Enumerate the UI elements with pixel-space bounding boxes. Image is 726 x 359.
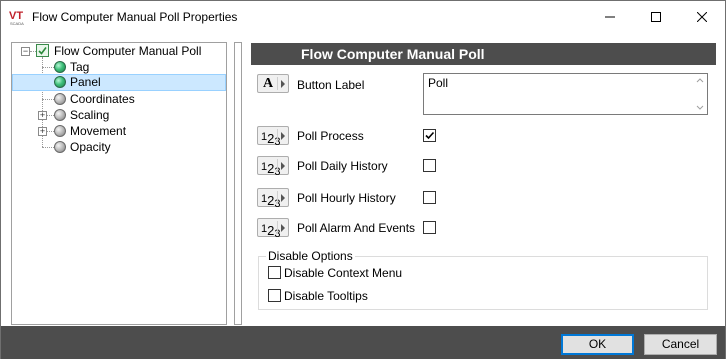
tree-item-label: Tag bbox=[70, 60, 90, 74]
chevron-right-icon bbox=[281, 162, 285, 170]
chevron-right-icon bbox=[281, 194, 285, 202]
button-label-input[interactable]: Poll bbox=[423, 73, 708, 115]
expand-icon[interactable]: + bbox=[38, 111, 47, 120]
tree-root[interactable]: − Flow Computer Manual Poll bbox=[12, 43, 226, 59]
gray-orb-icon bbox=[54, 125, 66, 137]
close-icon bbox=[697, 11, 707, 22]
poll-process-label: Poll Process bbox=[297, 129, 364, 143]
gray-orb-icon bbox=[54, 109, 66, 121]
manual-poll-widget-icon bbox=[36, 44, 49, 57]
tree-item-coordinates[interactable]: Coordinates bbox=[12, 91, 226, 107]
disable-tooltips-label: Disable Tooltips bbox=[284, 289, 368, 303]
ok-button[interactable]: OK bbox=[561, 334, 634, 355]
numeric-type-button[interactable]: 123 bbox=[257, 126, 289, 148]
title-bar[interactable]: VT SCADA Flow Computer Manual Poll Prope… bbox=[1, 1, 725, 33]
properties-dialog: VT SCADA Flow Computer Manual Poll Prope… bbox=[0, 0, 726, 359]
gray-orb-icon bbox=[54, 93, 66, 105]
poll-alarm-events-checkbox[interactable] bbox=[423, 221, 436, 234]
green-orb-icon bbox=[54, 76, 66, 88]
vtscada-logo-icon: VT SCADA bbox=[9, 10, 24, 26]
disable-context-menu-checkbox[interactable] bbox=[268, 266, 281, 279]
poll-daily-history-label: Poll Daily History bbox=[297, 159, 388, 173]
poll-hourly-history-checkbox[interactable] bbox=[423, 191, 436, 204]
tree-item-label: Movement bbox=[70, 124, 127, 138]
poll-daily-history-checkbox[interactable] bbox=[423, 159, 436, 172]
divider bbox=[277, 77, 278, 90]
tree-item-panel[interactable]: Panel bbox=[12, 74, 226, 91]
tree-item-opacity[interactable]: Opacity bbox=[12, 139, 226, 155]
poll-hourly-history-label: Poll Hourly History bbox=[297, 191, 396, 205]
collapse-icon[interactable]: − bbox=[21, 47, 30, 56]
maximize-button[interactable] bbox=[633, 1, 679, 32]
expand-icon[interactable]: + bbox=[38, 127, 47, 136]
chevron-right-icon bbox=[281, 224, 285, 232]
disable-options-title: Disable Options bbox=[266, 249, 355, 263]
cancel-button[interactable]: Cancel bbox=[644, 334, 717, 355]
maximize-icon bbox=[651, 11, 661, 22]
tree-item-label: Coordinates bbox=[70, 92, 135, 106]
disable-tooltips-checkbox[interactable] bbox=[268, 289, 281, 302]
checkmark-icon bbox=[425, 131, 435, 140]
tree-item-movement[interactable]: + Movement bbox=[12, 123, 226, 139]
button-label-caption: Button Label bbox=[297, 78, 365, 92]
poll-process-checkbox[interactable] bbox=[423, 129, 436, 142]
chevron-right-icon bbox=[281, 80, 285, 88]
property-tree[interactable]: − Flow Computer Manual Poll Tag Panel Co… bbox=[11, 42, 227, 325]
tree-item-tag[interactable]: Tag bbox=[12, 59, 226, 75]
divider bbox=[277, 191, 278, 204]
scroll-arrows-icon[interactable] bbox=[695, 76, 705, 112]
green-orb-icon bbox=[54, 61, 66, 73]
close-button[interactable] bbox=[679, 1, 725, 32]
button-label-value: Poll bbox=[428, 76, 449, 90]
divider bbox=[277, 129, 278, 142]
numeric-type-button[interactable]: 123 bbox=[257, 188, 289, 210]
tree-item-label: Opacity bbox=[70, 140, 111, 154]
panel-header: Flow Computer Manual Poll bbox=[251, 43, 716, 65]
tree-root-label: Flow Computer Manual Poll bbox=[54, 44, 202, 58]
window-title: Flow Computer Manual Poll Properties bbox=[32, 10, 238, 24]
tree-item-label: Panel bbox=[70, 75, 101, 89]
chevron-right-icon bbox=[281, 132, 285, 140]
text-type-icon: A bbox=[263, 76, 274, 91]
text-type-button[interactable]: A bbox=[257, 74, 289, 93]
dialog-footer: OK Cancel bbox=[1, 326, 725, 359]
numeric-type-button[interactable]: 123 bbox=[257, 218, 289, 240]
minimize-button[interactable] bbox=[587, 1, 633, 32]
numeric-type-button[interactable]: 123 bbox=[257, 156, 289, 178]
gray-orb-icon bbox=[54, 141, 66, 153]
poll-alarm-events-label: Poll Alarm And Events bbox=[297, 221, 416, 235]
disable-context-menu-label: Disable Context Menu bbox=[284, 266, 403, 280]
panel-splitter[interactable] bbox=[234, 42, 242, 325]
svg-text:SCADA: SCADA bbox=[10, 21, 24, 26]
divider bbox=[277, 159, 278, 172]
divider bbox=[277, 221, 278, 234]
tree-item-label: Scaling bbox=[70, 108, 110, 122]
minimize-icon bbox=[605, 16, 615, 17]
tree-item-scaling[interactable]: + Scaling bbox=[12, 107, 226, 123]
